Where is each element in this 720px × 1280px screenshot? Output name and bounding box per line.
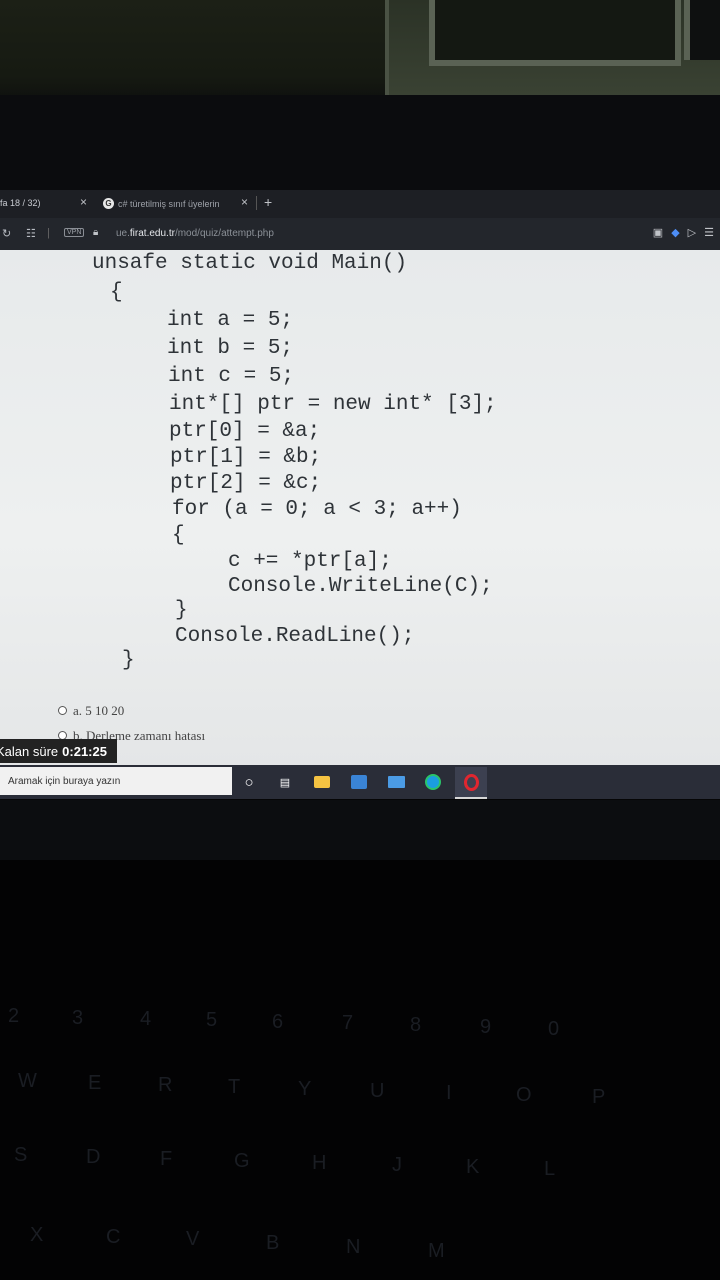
keyboard-key: U (370, 1080, 385, 1102)
keyboard-key: K (466, 1156, 480, 1178)
keyboard-key: D (86, 1146, 101, 1168)
keyboard-key: V (186, 1228, 200, 1250)
tab-search[interactable]: G c# türetilmiş sınıf üyelerin (103, 198, 220, 209)
search-placeholder: Aramak için buraya yazın (8, 775, 121, 787)
close-tab-icon[interactable]: × (241, 195, 248, 209)
keyboard-key: N (346, 1236, 361, 1258)
send-icon[interactable]: ▷ (688, 226, 696, 239)
keyboard-key: S (14, 1144, 28, 1166)
windows-taskbar: Aramak için buraya yazın ○ ▤ (0, 765, 720, 799)
keyboard-hinge (0, 800, 720, 860)
code-line: ptr[2] = &c; (170, 472, 322, 495)
tab-label: fa 18 / 32) (0, 198, 41, 208)
keyboard-key: H (312, 1152, 327, 1174)
code-line: { (172, 524, 185, 547)
monitor-bezel (0, 95, 720, 190)
timer-label: Kalan süre (0, 743, 59, 759)
divider: | (47, 227, 50, 239)
keyboard-key: P (592, 1086, 606, 1108)
task-view-icon[interactable]: ▤ (276, 773, 294, 791)
google-icon: G (103, 198, 114, 209)
keyboard-key: T (228, 1076, 241, 1098)
keyboard-key: E (88, 1072, 102, 1094)
timer-value: 0:21:25 (62, 743, 107, 759)
vpn-badge[interactable]: VPN (64, 228, 85, 237)
opera-icon[interactable] (455, 767, 487, 799)
keyboard-key: 0 (548, 1018, 560, 1040)
code-line: } (122, 649, 135, 672)
url-host: firat.edu.tr (129, 228, 175, 239)
keyboard-key: 9 (480, 1016, 492, 1038)
url-prefix: ue. (116, 228, 130, 239)
mail-icon[interactable] (387, 773, 405, 791)
close-tab-icon[interactable]: × (80, 195, 87, 209)
edge-icon[interactable] (424, 773, 442, 791)
keyboard-key: O (516, 1084, 532, 1106)
keyboard-key: M (428, 1240, 445, 1262)
code-line: int c = 5; (168, 365, 295, 388)
code-line: int b = 5; (167, 337, 294, 360)
address-bar-actions: ▣ ◆ ▷ ☰ (653, 226, 714, 239)
new-tab-button[interactable]: + (264, 194, 272, 210)
answer-label: a. 5 10 20 (73, 702, 125, 718)
code-line: for (a = 0; a < 3; a++) (172, 498, 462, 521)
keyboard-key: 3 (72, 1007, 84, 1029)
code-line: } (175, 599, 188, 622)
keyboard-key: 4 (140, 1008, 152, 1030)
keyboard-key: G (234, 1150, 250, 1172)
camera-icon[interactable]: ▣ (653, 226, 663, 239)
shield-icon[interactable]: ◆ (671, 226, 679, 239)
reload-icon[interactable]: ↻ (2, 227, 11, 240)
address-bar: ↻ ☷ | VPN 🔒︎ ue.firat.edu.tr/mod/quiz/at… (0, 218, 720, 250)
laptop-keyboard: 2 3 4 5 6 7 8 9 0 W E R T Y U I O P S D … (0, 800, 720, 1280)
keyboard-key: B (266, 1232, 280, 1254)
tab-quiz[interactable]: fa 18 / 32) (0, 198, 41, 208)
keyboard-key: R (158, 1074, 173, 1096)
room-window (385, 0, 720, 95)
answer-option-a[interactable]: a. 5 10 20 (58, 698, 205, 723)
quiz-timer: Kalan süre 0:21:25 (0, 739, 117, 763)
browser-tab-bar: fa 18 / 32) × G c# türetilmiş sınıf üyel… (0, 190, 720, 218)
code-line: c += *ptr[a]; (228, 550, 392, 573)
keyboard-key: 5 (206, 1009, 218, 1031)
code-line: int*[] ptr = new int* [3]; (169, 393, 497, 416)
code-line: Console.ReadLine(); (175, 625, 415, 648)
store-icon[interactable] (350, 773, 368, 791)
menu-icon[interactable]: ☰ (704, 226, 714, 239)
keyboard-key: C (106, 1226, 121, 1248)
keyboard-key: Y (298, 1078, 312, 1100)
keyboard-key: 2 (8, 1005, 20, 1027)
window-pane (429, 0, 681, 66)
keyboard-key: F (160, 1148, 173, 1170)
code-line: { (110, 281, 123, 304)
keyboard-key: 7 (342, 1012, 354, 1034)
lock-icon[interactable]: 🔒︎ (93, 227, 98, 238)
url-field[interactable]: ue.firat.edu.tr/mod/quiz/attempt.php (116, 228, 274, 239)
quiz-page: unsafe static void Main() { int a = 5; i… (0, 250, 720, 770)
code-line: ptr[1] = &b; (170, 446, 322, 469)
keyboard-key: J (392, 1154, 402, 1176)
window-pane (684, 0, 720, 60)
code-line: ptr[0] = &a; (169, 420, 321, 443)
code-line: Console.WriteLine(C); (228, 575, 493, 598)
keyboard-key: 6 (272, 1011, 284, 1033)
cortana-icon[interactable]: ○ (240, 773, 258, 791)
keyboard-key: I (446, 1082, 452, 1104)
keyboard-key: L (544, 1158, 556, 1180)
url-path: /mod/quiz/attempt.php (174, 228, 274, 239)
code-line: int a = 5; (167, 309, 294, 332)
tab-label: c# türetilmiş sınıf üyelerin (118, 198, 220, 209)
taskbar-search-input[interactable]: Aramak için buraya yazın (0, 767, 232, 795)
speed-dial-icon[interactable]: ☷ (26, 227, 36, 240)
keyboard-key: X (30, 1224, 44, 1246)
file-explorer-icon[interactable] (313, 773, 331, 791)
radio-button[interactable] (58, 706, 67, 715)
keyboard-key: W (18, 1070, 37, 1092)
code-block: unsafe static void Main() { int a = 5; i… (0, 250, 720, 690)
code-line: unsafe static void Main() (92, 252, 408, 275)
keyboard-key: 8 (410, 1014, 422, 1036)
tab-divider (256, 196, 257, 210)
